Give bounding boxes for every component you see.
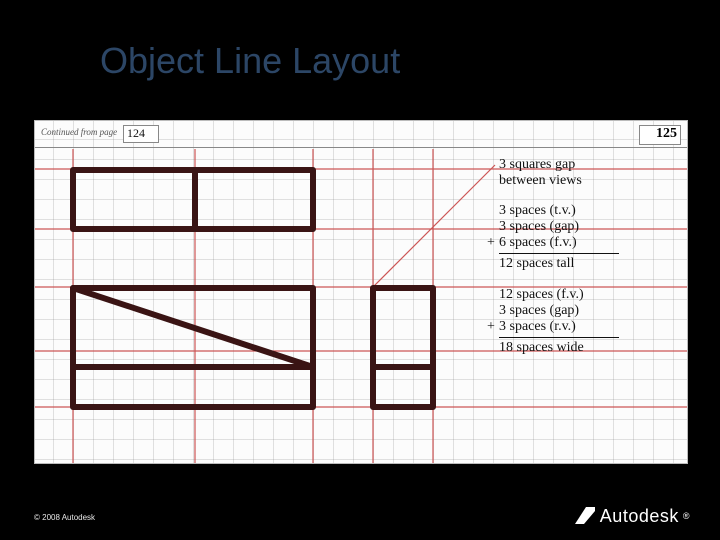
- note-text: 3 spaces (r.v.): [499, 319, 576, 334]
- handwritten-notes: 3 squares gap between views 3 spaces (t.…: [499, 157, 683, 370]
- note-total: 18 spaces wide: [499, 340, 683, 356]
- slide-title: Object Line Layout: [100, 40, 400, 82]
- note-height-calc: 3 spaces (t.v.) 3 spaces (gap) + 6 space…: [499, 203, 683, 272]
- note-text: 3 spaces (gap): [499, 303, 683, 319]
- registered-icon: ®: [683, 511, 690, 521]
- autodesk-logo-icon: [574, 505, 596, 527]
- note-text: between views: [499, 173, 683, 189]
- note-text: 3 spaces (t.v.): [499, 203, 683, 219]
- note-text: 12 spaces (f.v.): [499, 287, 683, 303]
- note-width-calc: 12 spaces (f.v.) 3 spaces (gap) + 3 spac…: [499, 287, 683, 356]
- autodesk-logo: Autodesk ®: [574, 504, 690, 528]
- note-text: 3 squares gap: [499, 157, 683, 173]
- note-text: + 6 spaces (f.v.): [499, 235, 683, 251]
- sum-rule: [499, 337, 619, 338]
- sum-rule: [499, 253, 619, 254]
- notebook-page: Continued from page 124 125: [34, 120, 688, 464]
- copyright-text: © 2008 Autodesk: [34, 513, 95, 522]
- plus-sign: +: [487, 319, 495, 335]
- note-text: + 3 spaces (r.v.): [499, 319, 683, 335]
- note-total: 12 spaces tall: [499, 256, 683, 272]
- autodesk-logo-text: Autodesk: [600, 506, 679, 527]
- slide: Object Line Layout Continued from page 1…: [0, 0, 720, 540]
- note-text: 6 spaces (f.v.): [499, 235, 577, 250]
- note-gap: 3 squares gap between views: [499, 157, 683, 189]
- plus-sign: +: [487, 235, 495, 251]
- footer: © 2008 Autodesk Autodesk ®: [0, 492, 720, 540]
- note-text: 3 spaces (gap): [499, 219, 683, 235]
